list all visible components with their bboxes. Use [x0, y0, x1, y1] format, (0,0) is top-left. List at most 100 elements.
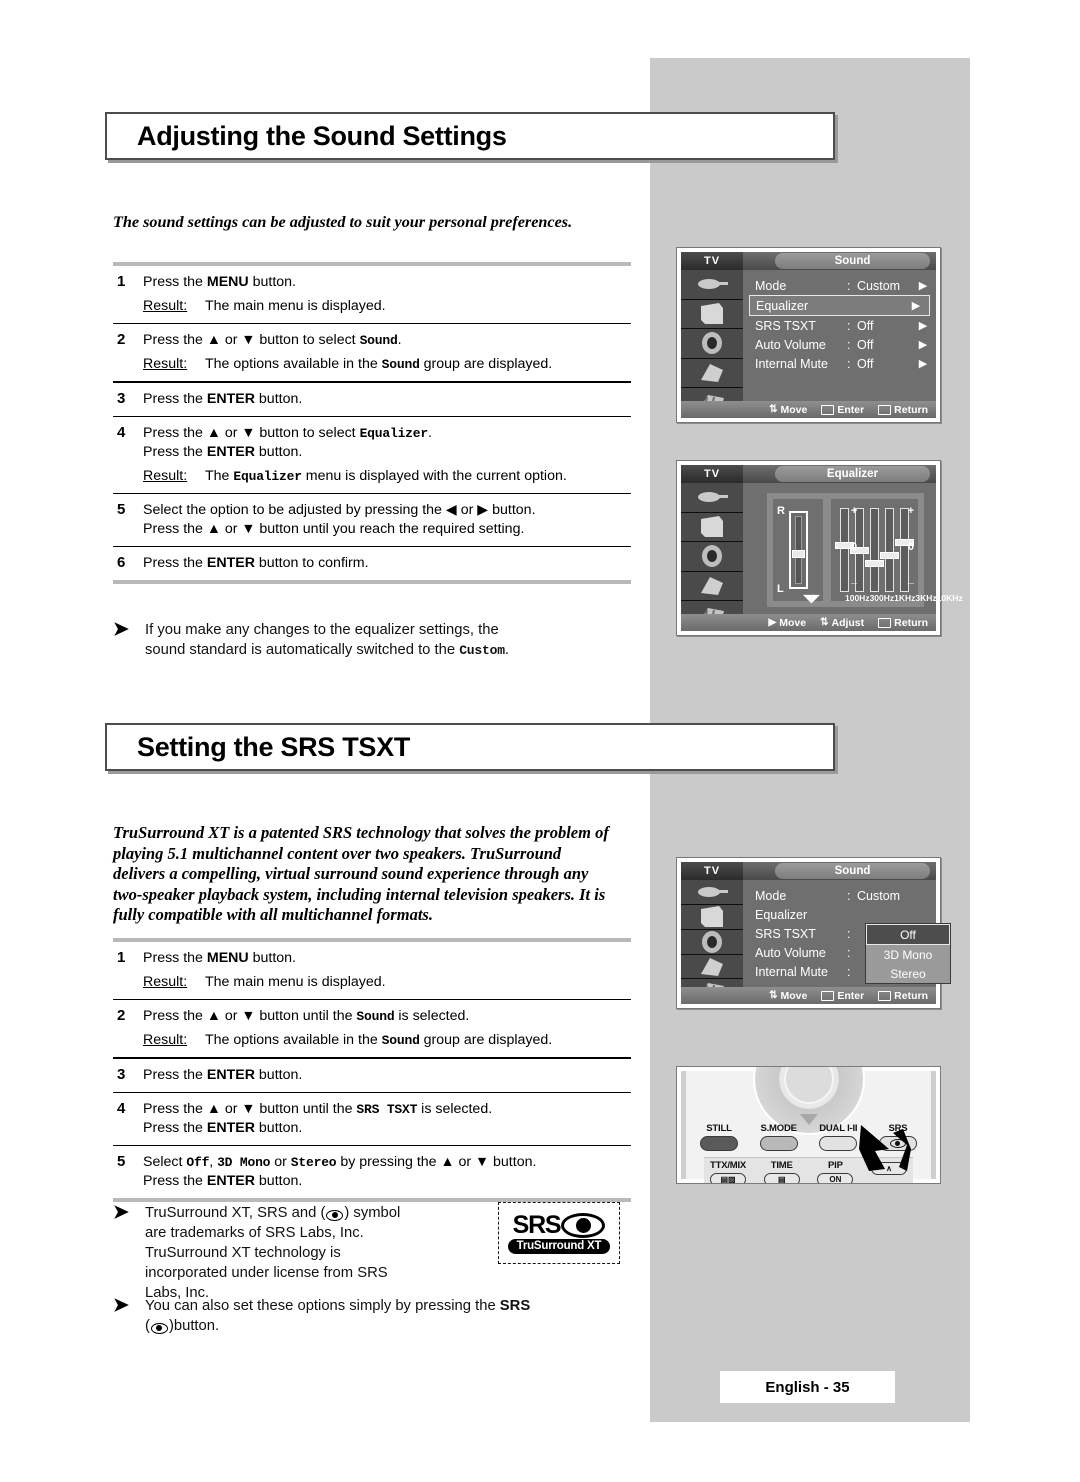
- eq-zero-left: 0: [851, 541, 858, 553]
- step-line: Press the ▲ or ▼ button until the SRS TS…: [143, 1100, 493, 1117]
- sidebar-icon-function[interactable]: [681, 358, 743, 389]
- step-row: 5 Select Off, 3D Mono or Stereo by pressi…: [113, 1146, 631, 1198]
- eq-band-label: 3KHz: [915, 593, 937, 603]
- step-number: 1: [117, 273, 126, 290]
- osd-menu-item[interactable]: Auto Volume: Off ▶: [743, 335, 936, 354]
- section1-intro: The sound settings can be adjusted to su…: [113, 213, 573, 231]
- step-line: Press the ▲ or ▼ button to select Sound.: [143, 332, 402, 349]
- remote-button-key[interactable]: [759, 1136, 798, 1151]
- osd-menu-label: Mode: [755, 278, 787, 293]
- remote-button-key[interactable]: [700, 1136, 738, 1151]
- osd-menu-rows: Mode: Custom ▶ Equalizer ▶ SRS TSXT: Off ▶ Auto …: [743, 270, 936, 418]
- note-trademark-text: TruSurround XT, SRS and () symbol are tr…: [145, 1205, 401, 1301]
- remote-button-2[interactable]: TTX/MIX ▤▨: [710, 1160, 747, 1183]
- osd-menu-colon-2: :: [847, 945, 851, 960]
- osd-tv-label: TV: [681, 252, 743, 270]
- srs-logo-top: SRS: [512, 1210, 606, 1239]
- eq-band-label: 1KHz: [894, 593, 916, 603]
- osd-menu-item[interactable]: Equalizer ▶: [749, 295, 930, 316]
- step-line: Press the MENU button.: [143, 950, 296, 966]
- remote-button-2[interactable]: TIME ▤: [763, 1160, 800, 1183]
- osd-footer-move[interactable]: ⇅ Move: [769, 404, 807, 416]
- speaker-icon: ◥◤: [803, 593, 820, 605]
- step-body: Select the option to be adjusted by pres…: [143, 501, 631, 539]
- osd-eq-tv-label: TV: [681, 465, 743, 483]
- chevron-right-icon: ▶: [918, 339, 928, 351]
- step-line: Press the ENTER button.: [143, 1173, 303, 1190]
- osd-footer-return-2[interactable]: Return: [878, 990, 928, 1002]
- sidebar-icon-sound-eq[interactable]: [681, 542, 743, 572]
- balance-track[interactable]: [788, 511, 808, 589]
- remote-button[interactable]: STILL: [700, 1123, 738, 1151]
- osd-eq-icon-sidebar: [681, 483, 743, 631]
- note-text: If you make any changes to the equalizer…: [145, 622, 509, 658]
- remote-button-key-2[interactable]: ▤▨: [710, 1173, 747, 1183]
- step-number: 6: [117, 554, 126, 572]
- remote-button-key-2[interactable]: ▤: [763, 1173, 800, 1183]
- remote-button-key-2[interactable]: ON: [817, 1173, 854, 1183]
- step-body: Press the ▲ or ▼ button to select Equali…: [143, 424, 631, 486]
- osd-footer-2: ⇅ Move Enter Return: [681, 987, 936, 1004]
- step-line: Press the ENTER button to confirm.: [143, 555, 369, 572]
- balance-knob[interactable]: [791, 550, 805, 558]
- sidebar-icon-antenna[interactable]: [681, 270, 743, 300]
- osd-menu-value: Off: [857, 318, 874, 333]
- srs-logo-tagline: TruSurround XT: [507, 1238, 611, 1254]
- remote-button[interactable]: DUAL I-II: [819, 1123, 858, 1151]
- step-body: Press the MENU button. Result: The main me…: [143, 949, 631, 992]
- step-row: 3 Press the ENTER button.: [113, 383, 631, 416]
- remote-button-key[interactable]: [819, 1136, 858, 1151]
- osd-footer-enter[interactable]: Enter: [821, 404, 864, 416]
- osd-menu-colon-2: :: [847, 888, 851, 903]
- osd-footer-return[interactable]: Return: [878, 404, 928, 416]
- dropdown-option[interactable]: 3D Mono: [866, 945, 950, 964]
- srs-tsxt-dropdown[interactable]: Off 3D Mono Stereo: [865, 923, 951, 984]
- osd-menu-label: Internal Mute: [755, 356, 828, 371]
- equalizer-band-sliders[interactable]: [831, 499, 918, 601]
- osd-footer-move-2[interactable]: ⇅ Move: [769, 990, 807, 1002]
- eq-band-rail: [885, 508, 894, 592]
- manual-page: Adjusting the Sound Settings The sound s…: [0, 0, 1080, 1482]
- sidebar-icon-antenna-eq[interactable]: [681, 483, 743, 513]
- sidebar-icon-picture-eq[interactable]: [681, 512, 743, 543]
- sidebar-icon-sound[interactable]: [681, 329, 743, 359]
- osd-menu-colon-2: :: [847, 926, 851, 941]
- sidebar-icon-picture[interactable]: [681, 299, 743, 330]
- dropdown-option[interactable]: Stereo: [866, 964, 950, 983]
- eq-zero-right: 0: [907, 541, 914, 553]
- osd-eq-footer-return[interactable]: Return: [878, 617, 928, 629]
- remote-button[interactable]: S.MODE: [759, 1123, 798, 1151]
- equalizer-graphic: R L + + 0 0 _ _ 100Hz 300Hz 1KHz 3KHz 10…: [767, 493, 963, 607]
- remote-button-label-2: TTX/MIX: [710, 1160, 747, 1171]
- osd-eq-title: Equalizer: [775, 466, 930, 482]
- osd-footer-enter-2[interactable]: Enter: [821, 990, 864, 1002]
- sidebar-icon-function-2[interactable]: [681, 954, 743, 980]
- step-row: 2 Press the ▲ or ▼ button to select Sound…: [113, 324, 631, 381]
- remote-button-label-2: TIME: [770, 1160, 793, 1171]
- osd-eq-footer-move[interactable]: ▶ Move: [769, 617, 807, 629]
- osd-menu-item-2[interactable]: Mode: Custom: [743, 886, 936, 905]
- osd-title-2: Sound: [775, 863, 930, 879]
- osd-eq-footer-adjust[interactable]: ⇅ Adjust: [820, 617, 864, 629]
- osd-menu-colon: :: [847, 356, 851, 371]
- osd-menu-label-2: Equalizer: [755, 907, 808, 922]
- remote-button-2[interactable]: PIP ON: [817, 1160, 854, 1183]
- osd-menu-item[interactable]: Internal Mute: Off ▶: [743, 354, 936, 373]
- step-number: 2: [117, 1007, 126, 1025]
- step-result: Result: The options available in the Soun…: [143, 355, 631, 374]
- eq-band[interactable]: [865, 508, 884, 592]
- dropdown-option[interactable]: Off: [866, 924, 950, 945]
- eq-band[interactable]: [880, 508, 899, 592]
- step-result: Result: The main menu is displayed.: [143, 973, 631, 992]
- srs-logo-word: SRS: [512, 1210, 562, 1239]
- result-text: The Equalizer menu is displayed with the…: [205, 467, 567, 484]
- osd-menu-item[interactable]: SRS TSXT: Off ▶: [743, 316, 936, 335]
- sidebar-icon-sound-2[interactable]: [681, 929, 743, 955]
- sidebar-icon-function-eq[interactable]: [681, 571, 743, 602]
- step-row: 1 Press the MENU button. Result: The main m…: [113, 942, 631, 999]
- sidebar-icon-picture-2[interactable]: [681, 904, 743, 930]
- osd-menu-item[interactable]: Mode: Custom ▶: [743, 276, 936, 295]
- osd-menu-item-2[interactable]: Equalizer: [743, 905, 936, 924]
- balance-slider[interactable]: R L: [773, 499, 823, 601]
- sidebar-icon-antenna-2[interactable]: [681, 880, 743, 905]
